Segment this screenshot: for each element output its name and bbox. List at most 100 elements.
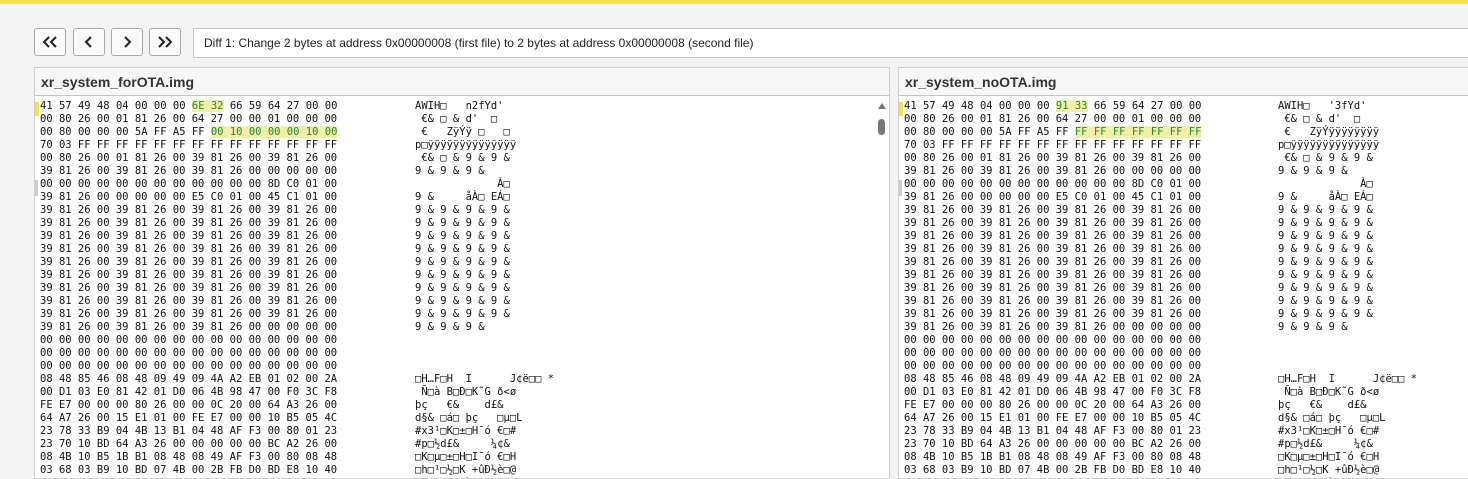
hex-bytes[interactable]: 39 81 26 00 39 81 26 00 39 81 26 00 39 8…	[904, 204, 1201, 217]
hex-bytes[interactable]: 08 48 85 46 08 48 09 49 09 4A A2 EB 01 0…	[904, 373, 1201, 386]
ascii-text[interactable]: 9 & 9 & 9 & 9 &	[1278, 308, 1379, 321]
hex-bytes[interactable]: 00 00 00 00 00 00 00 00 00 00 00 00 8D C…	[904, 178, 1201, 191]
ascii-text[interactable]: 9 & 9 & 9 & 9 &	[415, 256, 516, 269]
hex-bytes[interactable]: 70 03 FF FF FF FF FF FF FF FF FF FF FF F…	[40, 139, 337, 152]
scroll-thumb[interactable]	[878, 119, 885, 135]
ascii-text[interactable]: d§& □á□ þç □µ□L	[415, 412, 522, 425]
last-diff-button[interactable]	[149, 28, 181, 56]
ascii-text[interactable]: €& □ & 9 & 9 &	[415, 152, 516, 165]
ascii-text[interactable]: p□ÿÿÿÿÿÿÿÿÿÿÿÿÿÿ	[415, 139, 516, 152]
right-file-pane[interactable]: xr_system_noOTA.img 41 57 49 48 04 00 00…	[898, 67, 1468, 479]
ascii-text[interactable]: 9 & 9 & 9 & 9 &	[415, 282, 516, 295]
hex-bytes[interactable]: 00 80 26 00 01 81 26 00 39 81 26 00 39 8…	[40, 152, 337, 165]
hex-bytes[interactable]: 39 81 26 00 39 81 26 00 39 81 26 00 39 8…	[904, 256, 1201, 269]
previous-diff-button[interactable]	[73, 28, 105, 56]
ascii-text[interactable]: þç €& d£&	[415, 399, 510, 412]
ascii-text[interactable]: □K□µ□±□H□I¯ó €□H	[415, 451, 516, 464]
ascii-text[interactable]: 9 & 9 & 9 &	[1278, 321, 1379, 334]
ascii-text[interactable]: □H…F□H I J¢ë□□ *	[415, 373, 554, 386]
hex-bytes[interactable]: 39 81 26 00 39 81 26 00 39 81 26 00 39 8…	[904, 217, 1201, 230]
hex-bytes[interactable]: 00 80 26 00 01 81 26 00 64 27 00 00 01 0…	[40, 113, 337, 126]
hex-bytes[interactable]: 41 57 49 48 04 00 00 00 6E 32 66 59 64 2…	[40, 100, 337, 113]
hex-bytes[interactable]: 23 70 10 BD 64 A3 26 00 00 00 00 00 BC A…	[904, 438, 1201, 451]
ascii-text[interactable]: 9 & åÀ□ EÁ□	[1278, 191, 1379, 204]
ascii-text[interactable]: 9 & 9 & 9 & 9 &	[1278, 269, 1379, 282]
hex-bytes[interactable]: 39 81 26 00 00 00 00 00 E5 C0 01 00 45 C…	[904, 191, 1201, 204]
ascii-text[interactable]	[1278, 334, 1379, 347]
hex-bytes[interactable]: 70 03 FF FF FF FF FF FF FF FF FF FF FF F…	[904, 139, 1201, 152]
first-diff-button[interactable]	[34, 28, 66, 56]
ascii-text[interactable]	[415, 360, 516, 373]
left-hex-view[interactable]: 41 57 49 48 04 00 00 00 6E 32 66 59 64 2…	[35, 100, 889, 478]
ascii-text[interactable]: AWIH□ '3fYd'	[1278, 100, 1379, 113]
hex-bytes[interactable]: 00 00 00 00 00 00 00 00 00 00 00 00 00 0…	[904, 360, 1201, 373]
hex-bytes[interactable]: 39 81 26 00 39 81 26 00 39 81 26 00 39 8…	[904, 230, 1201, 243]
ascii-text[interactable]: €& □ & d' □	[1278, 113, 1379, 126]
ascii-text[interactable]: 9 & 9 & 9 & 9 &	[415, 295, 516, 308]
hex-bytes[interactable]: 00 80 00 00 00 5A FF A5 FF FF FF FF FF F…	[904, 126, 1202, 139]
scroll-up-arrow-icon[interactable]	[878, 103, 886, 109]
ascii-text[interactable]: 9 & 9 & 9 &	[415, 321, 516, 334]
hex-bytes[interactable]: 00 00 00 00 00 00 00 00 00 00 00 00 00 0…	[40, 334, 337, 347]
ascii-text[interactable]: 9 & 9 & 9 & 9 &	[415, 217, 516, 230]
hex-bytes[interactable]: 39 81 26 00 39 81 26 00 39 81 26 00 39 8…	[40, 256, 337, 269]
hex-bytes[interactable]: 39 81 26 00 39 81 26 00 39 81 26 00 39 8…	[40, 269, 337, 282]
hex-bytes[interactable]: 39 81 26 00 00 00 00 00 E5 C0 01 00 45 C…	[40, 191, 337, 204]
hex-bytes[interactable]: 08 48 85 46 08 48 09 49 09 4A A2 EB 01 0…	[40, 373, 337, 386]
left-scrollbar[interactable]	[875, 100, 889, 478]
ascii-text[interactable]: #p□½d£& ¼¢&	[1278, 438, 1373, 451]
ascii-text[interactable]: 9 & 9 & 9 & 9 &	[1278, 243, 1379, 256]
hex-bytes[interactable]: 23 78 33 B9 04 4B 13 B1 04 48 AF F3 00 8…	[904, 425, 1201, 438]
next-diff-button[interactable]	[111, 28, 143, 56]
hex-bytes[interactable]: 00 80 26 00 01 81 26 00 64 27 00 00 01 0…	[904, 113, 1201, 126]
ascii-text[interactable]: AWIH□ n2fYd'	[415, 100, 516, 113]
hex-bytes[interactable]: 39 81 26 00 39 81 26 00 39 81 26 00 39 8…	[40, 217, 337, 230]
ascii-text[interactable]: #p□½d£& ¼¢&	[415, 438, 510, 451]
hex-bytes[interactable]: 64 A7 26 00 15 E1 01 00 FE E7 00 00 10 B…	[40, 412, 337, 425]
hex-bytes[interactable]: 08 4B 10 B5 1B B1 08 48 08 49 AF F3 00 8…	[904, 451, 1201, 464]
ascii-text[interactable]: 9 & 9 & 9 & 9 &	[1278, 282, 1379, 295]
ascii-text[interactable]: □K□µ□±□H□I¯ó €□H	[1278, 451, 1379, 464]
ascii-text[interactable]: Ñ□à B□Ð□K˜G ð<ø	[1278, 386, 1379, 399]
ascii-text[interactable]: Ñ□à B□Ð□K˜G ð<ø	[415, 386, 516, 399]
ascii-text[interactable]: 9 & 9 & 9 & 9 &	[415, 269, 516, 282]
hex-bytes[interactable]: 39 81 26 00 39 81 26 00 39 81 26 00 39 8…	[904, 295, 1201, 308]
ascii-text[interactable]: € ZÿÝÿ □ □	[415, 126, 516, 139]
ascii-text[interactable]: À□	[415, 178, 516, 191]
hex-bytes[interactable]: 00 00 00 00 00 00 00 00 00 00 00 00 00 0…	[40, 360, 337, 373]
left-file-pane[interactable]: xr_system_forOTA.img 41 57 49 48 04 00 0…	[34, 67, 890, 479]
hex-bytes[interactable]: 39 81 26 00 39 81 26 00 39 81 26 00 00 0…	[904, 165, 1201, 178]
hex-bytes[interactable]: 39 81 26 00 39 81 26 00 39 81 26 00 39 8…	[904, 308, 1201, 321]
hex-bytes[interactable]: 39 81 26 00 39 81 26 00 39 81 26 00 39 8…	[40, 230, 337, 243]
hex-bytes[interactable]: 39 81 26 00 39 81 26 00 39 81 26 00 39 8…	[904, 269, 1201, 282]
hex-bytes[interactable]: 23 78 33 B9 04 4B 13 B1 04 48 AF F3 00 8…	[40, 425, 337, 438]
hex-bytes[interactable]: 41 57 49 48 04 00 00 00 91 33 66 59 64 2…	[904, 100, 1201, 113]
hex-bytes[interactable]: 39 81 26 00 39 81 26 00 39 81 26 00 00 0…	[904, 321, 1201, 334]
ascii-text[interactable]: 9 & 9 & 9 & 9 &	[415, 243, 516, 256]
ascii-text[interactable]: □H…F□H I J¢ë□□ *	[1278, 373, 1417, 386]
ascii-text[interactable]: 9 & 9 & 9 &	[1278, 165, 1379, 178]
hex-bytes[interactable]: 00 00 00 00 00 00 00 00 00 00 00 00 8D C…	[40, 178, 337, 191]
hex-bytes[interactable]: 23 70 10 BD 64 A3 26 00 00 00 00 00 BC A…	[40, 438, 337, 451]
ascii-text[interactable]	[415, 347, 516, 360]
right-hex-view[interactable]: 41 57 49 48 04 00 00 00 91 33 66 59 64 2…	[899, 100, 1468, 478]
ascii-text[interactable]: 9 & 9 & 9 & 9 &	[1278, 295, 1379, 308]
hex-bytes[interactable]: 39 81 26 00 39 81 26 00 39 81 26 00 39 8…	[904, 243, 1201, 256]
ascii-text[interactable]: þç €& d£&	[1278, 399, 1373, 412]
hex-bytes[interactable]: 08 4B 10 B5 1B B1 08 48 08 49 AF F3 00 8…	[40, 451, 337, 464]
ascii-text[interactable]: 9 & 9 & 9 & 9 &	[415, 204, 516, 217]
hex-bytes[interactable]: 00 00 00 00 00 00 00 00 00 00 00 00 00 0…	[904, 347, 1201, 360]
ascii-text[interactable]: € ZÿÝÿÿÿÿÿÿÿÿ	[1278, 126, 1379, 139]
hex-bytes[interactable]: 03 68 03 B9 10 BD 07 4B 00 2B FB D0 BD E…	[904, 464, 1201, 477]
ascii-text[interactable]: 9 & 9 & 9 & 9 &	[1278, 256, 1379, 269]
ascii-text[interactable]: #x3¹□K□±□H¯ó €□#	[415, 425, 516, 438]
hex-bytes[interactable]: 39 81 26 00 39 81 26 00 39 81 26 00 00 0…	[40, 321, 337, 334]
ascii-text[interactable]	[1278, 360, 1379, 373]
hex-bytes[interactable]: 39 81 26 00 39 81 26 00 39 81 26 00 39 8…	[40, 204, 337, 217]
ascii-text[interactable]	[1278, 347, 1379, 360]
ascii-text[interactable]: p□ÿÿÿÿÿÿÿÿÿÿÿÿÿÿ	[1278, 139, 1379, 152]
hex-bytes[interactable]: 00 D1 03 E0 81 42 01 D0 06 4B 98 47 00 F…	[40, 386, 337, 399]
hex-bytes[interactable]: 39 81 26 00 39 81 26 00 39 81 26 00 39 8…	[904, 282, 1201, 295]
ascii-text[interactable]: 9 & 9 & 9 & 9 &	[1278, 217, 1379, 230]
ascii-text[interactable]: d§& □á□ þç □µ□L	[1278, 412, 1385, 425]
